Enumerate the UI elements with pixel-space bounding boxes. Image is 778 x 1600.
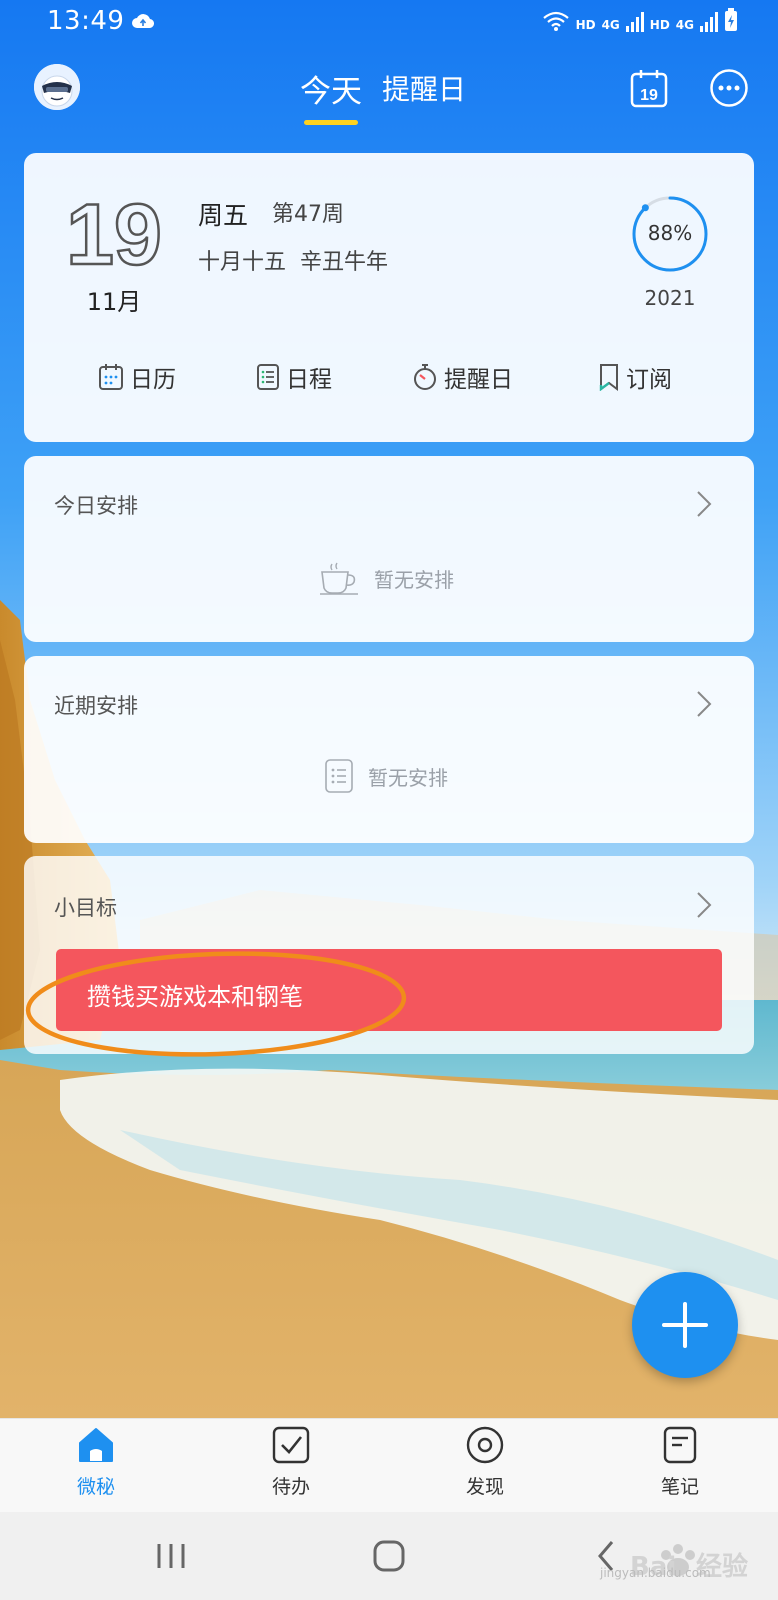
chevron-right-icon[interactable] — [696, 490, 712, 518]
nav-label-notes: 笔记 — [660, 1476, 699, 1498]
today-schedule-card[interactable] — [24, 456, 754, 642]
recent-schedule-title: 近期安排 — [54, 694, 138, 718]
schedule-list-icon — [257, 364, 279, 390]
user-avatar-icon — [34, 64, 80, 110]
nav-item-todo[interactable]: 待办 — [241, 1425, 341, 1499]
lunar-date-label: 十月十五 辛丑牛年 — [198, 250, 388, 275]
nav-item-notes[interactable]: 笔记 — [630, 1425, 730, 1499]
network-hd-label: HD — [575, 18, 596, 32]
avatar[interactable] — [34, 64, 80, 110]
recent-empty-state: 暂无安排 — [324, 758, 448, 794]
nav-label-weimi: 微秘 — [76, 1476, 115, 1498]
baidu-jingyan-watermark-logo: Bai 经验 — [630, 1544, 748, 1582]
plus-icon — [662, 1302, 708, 1348]
coffee-cup-icon — [320, 562, 358, 595]
shortcut-schedule-label: 日程 — [286, 367, 332, 393]
status-bar: 13:49 HD 4G HD 4G — [0, 0, 778, 48]
list-icon — [325, 759, 353, 793]
checkbox-icon — [272, 1426, 310, 1464]
calendar-icon[interactable]: 19 — [630, 68, 668, 108]
shortcut-subscribe[interactable]: 订阅 — [598, 360, 672, 394]
year-progress-label: 88% — [647, 221, 693, 245]
today-empty-text: 暂无安排 — [374, 567, 454, 592]
more-options-icon[interactable] — [709, 68, 749, 108]
timer-icon — [414, 364, 436, 390]
year-label: 2021 — [644, 286, 696, 310]
shortcut-calendar[interactable]: 日历 — [98, 360, 176, 394]
bottom-nav: 微秘 待办 发现 笔记 — [0, 1418, 778, 1513]
chevron-right-icon[interactable] — [696, 690, 712, 718]
shortcut-calendar-label: 日历 — [130, 367, 176, 393]
tab-reminder-day[interactable]: 提醒日 — [382, 66, 466, 111]
annotation-ellipse — [25, 951, 407, 1057]
tab-today[interactable]: 今天 — [300, 66, 362, 125]
wifi-icon — [542, 11, 569, 31]
nav-item-discover[interactable]: 发现 — [435, 1425, 535, 1499]
recent-apps-icon[interactable] — [156, 1542, 186, 1570]
compass-icon — [466, 1426, 504, 1464]
month-label: 11月 — [86, 288, 142, 316]
network-4g-label-2: 4G — [675, 18, 694, 32]
network-4g-label: 4G — [601, 18, 620, 32]
today-schedule-title: 今日安排 — [54, 494, 138, 518]
svg-text:19: 19 — [68, 187, 160, 276]
shortcut-schedule[interactable]: 日程 — [256, 360, 332, 394]
add-button[interactable] — [632, 1272, 738, 1378]
home-icon — [79, 1428, 113, 1462]
calendar-icon — [99, 364, 123, 390]
today-empty-state: 暂无安排 — [318, 560, 454, 596]
calendar-icon-day: 19 — [640, 87, 658, 104]
signal-icon-2 — [700, 12, 718, 32]
recent-empty-text: 暂无安排 — [368, 765, 448, 790]
bookmark-icon — [599, 364, 618, 391]
note-icon — [663, 1426, 697, 1464]
network-hd-label-2: HD — [649, 18, 670, 32]
cloud-sync-icon — [132, 14, 154, 29]
day-number: 19 — [68, 186, 160, 276]
header-tabs: 今天 提醒日 — [300, 66, 466, 125]
home-button-icon[interactable] — [373, 1540, 405, 1572]
recent-schedule-card[interactable] — [24, 656, 754, 843]
shortcut-reminder-day-label: 提醒日 — [444, 367, 513, 393]
status-time: 13:49 — [47, 6, 125, 36]
week-number-label: 第47周 — [272, 202, 344, 227]
nav-label-todo: 待办 — [271, 1476, 310, 1498]
shortcut-reminder-day[interactable]: 提醒日 — [412, 360, 513, 394]
weekday-label: 周五 — [198, 201, 249, 230]
goals-title: 小目标 — [54, 896, 117, 920]
battery-icon — [725, 8, 737, 31]
nav-label-discover: 发现 — [465, 1476, 504, 1498]
shortcut-subscribe-label: 订阅 — [626, 367, 672, 393]
signal-icon — [625, 12, 644, 32]
nav-item-weimi[interactable]: 微秘 — [46, 1425, 146, 1499]
watermark-text: jingyan.baidu.com — [600, 1566, 711, 1580]
chevron-right-icon[interactable] — [696, 891, 712, 919]
